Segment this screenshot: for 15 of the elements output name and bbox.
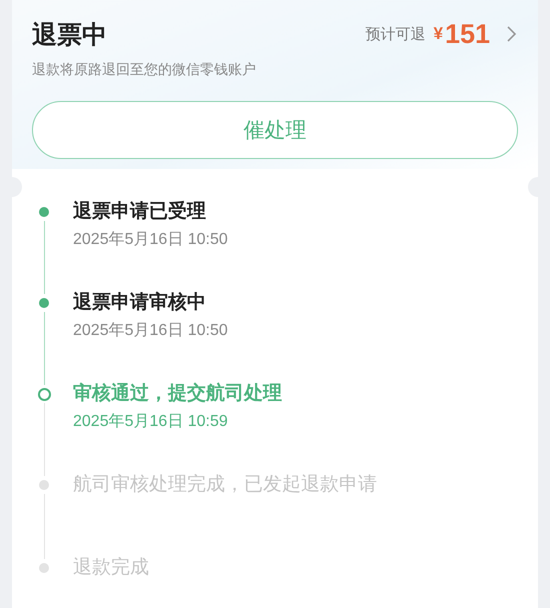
refund-amount: 151 — [444, 18, 490, 50]
step-title: 退票申请审核中 — [73, 290, 207, 315]
step-time: 2025年5月16日 10:50 — [73, 230, 229, 250]
status-title: 退票中 — [32, 20, 107, 50]
refund-note: 退款将原路退回至您的微信零钱账户 — [32, 61, 257, 79]
step-title: 退款完成 — [73, 556, 150, 580]
urge-button[interactable]: 催处理 — [32, 101, 518, 159]
step-time: 2025年5月16日 10:50 — [73, 321, 229, 341]
chevron-right-icon[interactable] — [506, 25, 518, 43]
step-title: 审核通过，提交航司处理 — [73, 382, 283, 406]
refund-label: 预计可退 — [365, 24, 426, 44]
step-title: 退票申请已受理 — [73, 200, 207, 224]
step-time: 2025年5月16日 10:59 — [73, 412, 229, 432]
currency-symbol: ¥ — [433, 24, 443, 44]
step-title: 航司审核处理完成，已发起退款申请 — [73, 473, 378, 497]
